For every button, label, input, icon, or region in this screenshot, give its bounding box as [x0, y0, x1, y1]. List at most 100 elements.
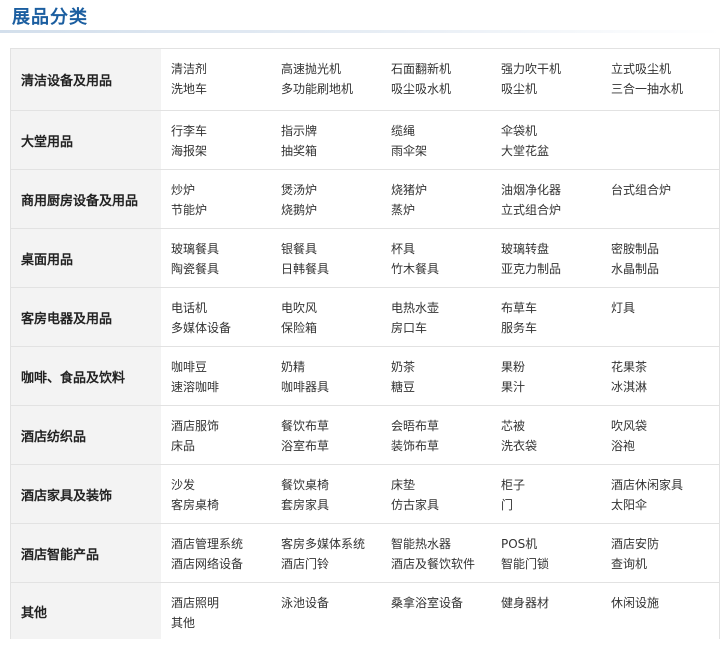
- category-item-link[interactable]: 酒店网络设备: [171, 554, 281, 574]
- category-item-link[interactable]: 速溶咖啡: [171, 377, 281, 397]
- category-item-link[interactable]: 仿古家具: [391, 495, 501, 515]
- category-item-link[interactable]: 柜子: [501, 475, 611, 495]
- category-item-link[interactable]: 查询机: [611, 554, 721, 574]
- category-item-link[interactable]: 洗地车: [171, 79, 281, 99]
- category-item-link[interactable]: 日韩餐具: [281, 259, 391, 279]
- category-item-link[interactable]: 高速抛光机: [281, 59, 391, 79]
- category-item-link[interactable]: 油烟净化器: [501, 180, 611, 200]
- category-item-link[interactable]: 台式组合炉: [611, 180, 721, 200]
- category-item-link[interactable]: 多媒体设备: [171, 318, 281, 338]
- category-item-link[interactable]: 缆绳: [391, 121, 501, 141]
- category-item-link[interactable]: 桑拿浴室设备: [391, 593, 501, 613]
- category-item-link[interactable]: 烧猪炉: [391, 180, 501, 200]
- category-item-link[interactable]: 泳池设备: [281, 593, 391, 613]
- category-item-link[interactable]: 其他: [171, 613, 281, 633]
- category-item-link[interactable]: 亚克力制品: [501, 259, 611, 279]
- category-item-link[interactable]: 餐饮布草: [281, 416, 391, 436]
- category-item-link[interactable]: 竹木餐具: [391, 259, 501, 279]
- category-item-link[interactable]: 强力吹干机: [501, 59, 611, 79]
- category-item-link[interactable]: 套房家具: [281, 495, 391, 515]
- category-item-link[interactable]: 洗衣袋: [501, 436, 611, 456]
- category-item-link[interactable]: 浴袍: [611, 436, 721, 456]
- category-item-link[interactable]: 保险箱: [281, 318, 391, 338]
- category-item-link[interactable]: 蒸炉: [391, 200, 501, 220]
- category-item-link[interactable]: 水晶制品: [611, 259, 721, 279]
- category-item-link[interactable]: 吸尘机: [501, 79, 611, 99]
- category-item-link[interactable]: 智能门锁: [501, 554, 611, 574]
- category-item-link[interactable]: 布草车: [501, 298, 611, 318]
- category-item-link[interactable]: 雨伞架: [391, 141, 501, 161]
- category-item-link[interactable]: 健身器材: [501, 593, 611, 613]
- category-item-link[interactable]: 装饰布草: [391, 436, 501, 456]
- category-item-link[interactable]: 房口车: [391, 318, 501, 338]
- category-item-link[interactable]: 酒店门铃: [281, 554, 391, 574]
- category-item-link[interactable]: 沙发: [171, 475, 281, 495]
- category-item-link[interactable]: 灯具: [611, 298, 721, 318]
- category-item-link[interactable]: 节能炉: [171, 200, 281, 220]
- category-item-link[interactable]: 立式组合炉: [501, 200, 611, 220]
- category-item-link[interactable]: 酒店安防: [611, 534, 721, 554]
- category-item-link[interactable]: 密胺制品: [611, 239, 721, 259]
- category-item-link[interactable]: 床品: [171, 436, 281, 456]
- category-item-link[interactable]: 银餐具: [281, 239, 391, 259]
- category-item-link[interactable]: 电话机: [171, 298, 281, 318]
- category-item-link[interactable]: 海报架: [171, 141, 281, 161]
- category-item-link[interactable]: 杯具: [391, 239, 501, 259]
- category-item-link[interactable]: 糖豆: [391, 377, 501, 397]
- category-item-link[interactable]: 果粉: [501, 357, 611, 377]
- category-item-link[interactable]: 三合一抽水机: [611, 79, 721, 99]
- category-item-link[interactable]: 酒店服饰: [171, 416, 281, 436]
- category-item-list: 酒店管理系统 客房多媒体系统 智能热水器 POS机 酒店安防酒店网络设备 酒店门铃 酒店及餐…: [161, 524, 721, 582]
- category-item-link[interactable]: 休闲设施: [611, 593, 721, 613]
- category-row: 商用厨房设备及用品 炒炉 煲汤炉 烧猪炉 油烟净化器 台式组合炉节能炉 烧鹅炉 蒸炉 立式组合炉: [11, 170, 719, 229]
- category-name: 商用厨房设备及用品: [11, 170, 161, 228]
- category-item-link[interactable]: 酒店照明: [171, 593, 281, 613]
- category-item-link[interactable]: 餐饮桌椅: [281, 475, 391, 495]
- category-item-link[interactable]: 电热水壶: [391, 298, 501, 318]
- category-item-link[interactable]: 咖啡器具: [281, 377, 391, 397]
- category-item-link[interactable]: 果汁: [501, 377, 611, 397]
- category-item-link[interactable]: 行李车: [171, 121, 281, 141]
- category-item-link[interactable]: POS机: [501, 534, 611, 554]
- category-item-list: 炒炉 煲汤炉 烧猪炉 油烟净化器 台式组合炉节能炉 烧鹅炉 蒸炉 立式组合炉: [161, 170, 721, 228]
- category-item-link[interactable]: 花果茶: [611, 357, 721, 377]
- category-name: 清洁设备及用品: [11, 49, 161, 110]
- category-item-link[interactable]: 伞袋机: [501, 121, 611, 141]
- empty-cell: [611, 318, 721, 338]
- category-item-link[interactable]: 指示牌: [281, 121, 391, 141]
- category-item-link[interactable]: 奶茶: [391, 357, 501, 377]
- category-item-link[interactable]: 酒店管理系统: [171, 534, 281, 554]
- category-item-link[interactable]: 立式吸尘机: [611, 59, 721, 79]
- category-item-link[interactable]: 清洁剂: [171, 59, 281, 79]
- category-item-link[interactable]: 冰淇淋: [611, 377, 721, 397]
- category-item-link[interactable]: 烧鹅炉: [281, 200, 391, 220]
- category-item-link[interactable]: 酒店及餐饮软件: [391, 554, 501, 574]
- category-item-link[interactable]: 床垫: [391, 475, 501, 495]
- category-item-link[interactable]: 炒炉: [171, 180, 281, 200]
- category-item-link[interactable]: 多功能刷地机: [281, 79, 391, 99]
- section-header: 展品分类: [0, 0, 721, 33]
- category-item-link[interactable]: 石面翻新机: [391, 59, 501, 79]
- category-item-link[interactable]: 抽奖箱: [281, 141, 391, 161]
- category-item-link[interactable]: 陶瓷餐具: [171, 259, 281, 279]
- category-item-link[interactable]: 玻璃餐具: [171, 239, 281, 259]
- category-item-link[interactable]: 服务车: [501, 318, 611, 338]
- category-item-link[interactable]: 客房多媒体系统: [281, 534, 391, 554]
- category-item-link[interactable]: 酒店休闲家具: [611, 475, 721, 495]
- category-item-link[interactable]: 芯被: [501, 416, 611, 436]
- category-item-link[interactable]: 咖啡豆: [171, 357, 281, 377]
- category-item-link[interactable]: 太阳伞: [611, 495, 721, 515]
- category-item-link[interactable]: 奶精: [281, 357, 391, 377]
- category-item-link[interactable]: 煲汤炉: [281, 180, 391, 200]
- category-item-link[interactable]: 玻璃转盘: [501, 239, 611, 259]
- category-item-link[interactable]: 吹风袋: [611, 416, 721, 436]
- section-title: 展品分类: [12, 7, 88, 28]
- category-item-link[interactable]: 大堂花盆: [501, 141, 611, 161]
- category-item-link[interactable]: 吸尘吸水机: [391, 79, 501, 99]
- category-item-link[interactable]: 电吹风: [281, 298, 391, 318]
- category-item-link[interactable]: 会晤布草: [391, 416, 501, 436]
- category-item-link[interactable]: 智能热水器: [391, 534, 501, 554]
- category-item-link[interactable]: 浴室布草: [281, 436, 391, 456]
- category-item-link[interactable]: 客房桌椅: [171, 495, 281, 515]
- category-item-link[interactable]: 门: [501, 495, 611, 515]
